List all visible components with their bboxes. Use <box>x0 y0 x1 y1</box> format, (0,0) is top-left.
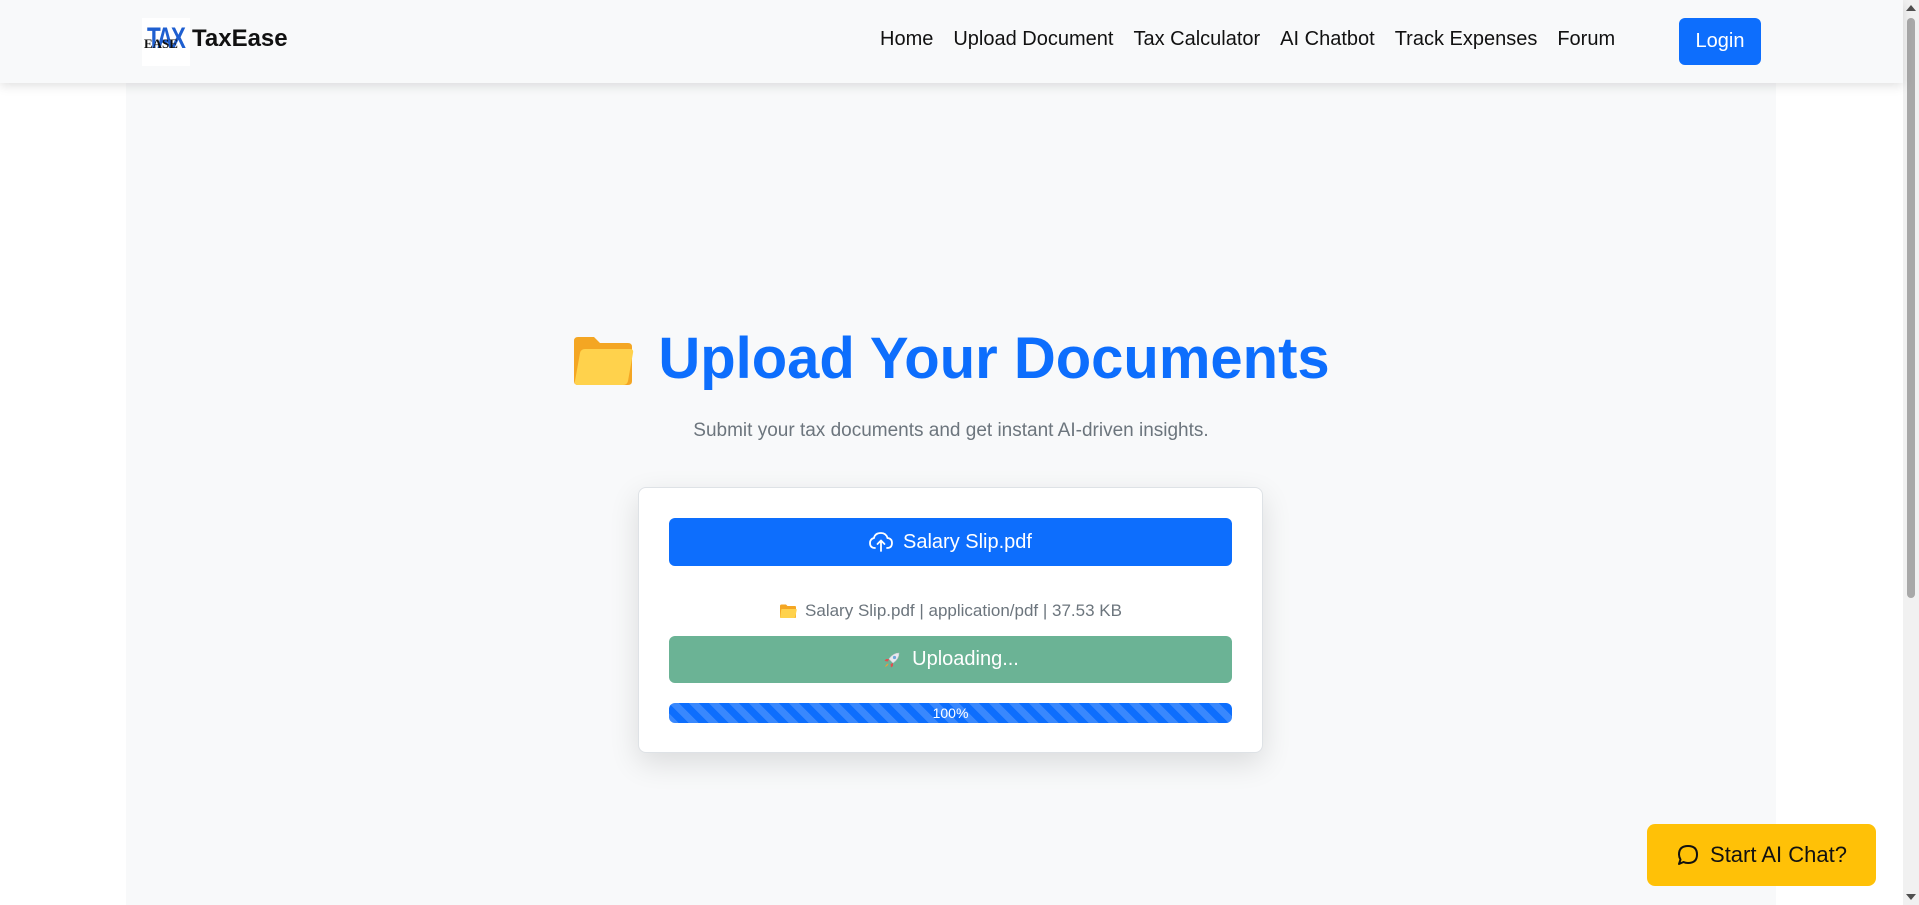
choose-file-button[interactable]: Salary Slip.pdf <box>669 518 1232 566</box>
nav-home[interactable]: Home <box>880 28 933 51</box>
nav-links: Home Upload Document Tax Calculator AI C… <box>880 28 1615 51</box>
start-ai-chat-label: Start AI Chat? <box>1710 842 1847 867</box>
page-subtitle: Submit your tax documents and get instan… <box>693 420 1209 441</box>
navbar: TAX EASE TaxEase Home Upload Document Ta… <box>0 0 1903 83</box>
scroll-thumb[interactable] <box>1907 18 1915 598</box>
choose-file-label: Salary Slip.pdf <box>903 530 1032 553</box>
upload-progress: 100% <box>669 703 1232 723</box>
upload-progress-bar: 100% <box>669 703 1232 723</box>
rocket-icon <box>884 652 900 667</box>
folder-small-icon <box>780 604 797 618</box>
chat-bubble-icon <box>1678 845 1699 865</box>
cloud-upload-icon <box>869 532 893 552</box>
logo-ease-text: EASE <box>144 36 178 51</box>
upload-card: Salary Slip.pdf Salary Slip.pdf | applic… <box>638 487 1263 753</box>
nav-tax-calculator[interactable]: Tax Calculator <box>1133 28 1260 51</box>
nav-ai-chatbot[interactable]: AI Chatbot <box>1280 28 1375 51</box>
upload-button-label: Uploading... <box>912 648 1019 670</box>
scroll-up-icon[interactable] <box>1906 5 1916 11</box>
brand-name: TaxEase <box>192 25 288 52</box>
brand-link[interactable]: TAX EASE TaxEase <box>142 18 288 66</box>
brand-logo: TAX EASE <box>142 18 190 66</box>
scroll-down-icon[interactable] <box>1906 894 1916 900</box>
upload-button[interactable]: Uploading... <box>669 636 1232 683</box>
folder-icon <box>574 336 634 385</box>
start-ai-chat-button[interactable]: Start AI Chat? <box>1647 824 1876 886</box>
hero-heading: Upload Your Documents <box>126 325 1776 392</box>
login-button[interactable]: Login <box>1679 18 1761 65</box>
nav-track-expenses[interactable]: Track Expenses <box>1395 28 1538 51</box>
page-scrollbar[interactable] <box>1903 0 1919 905</box>
nav-forum[interactable]: Forum <box>1557 28 1615 51</box>
file-info-text: Salary Slip.pdf | application/pdf | 37.5… <box>805 601 1122 620</box>
file-info: Salary Slip.pdf | application/pdf | 37.5… <box>669 601 1232 621</box>
nav-upload-document[interactable]: Upload Document <box>953 28 1113 51</box>
page-title: Upload Your Documents <box>658 326 1330 391</box>
